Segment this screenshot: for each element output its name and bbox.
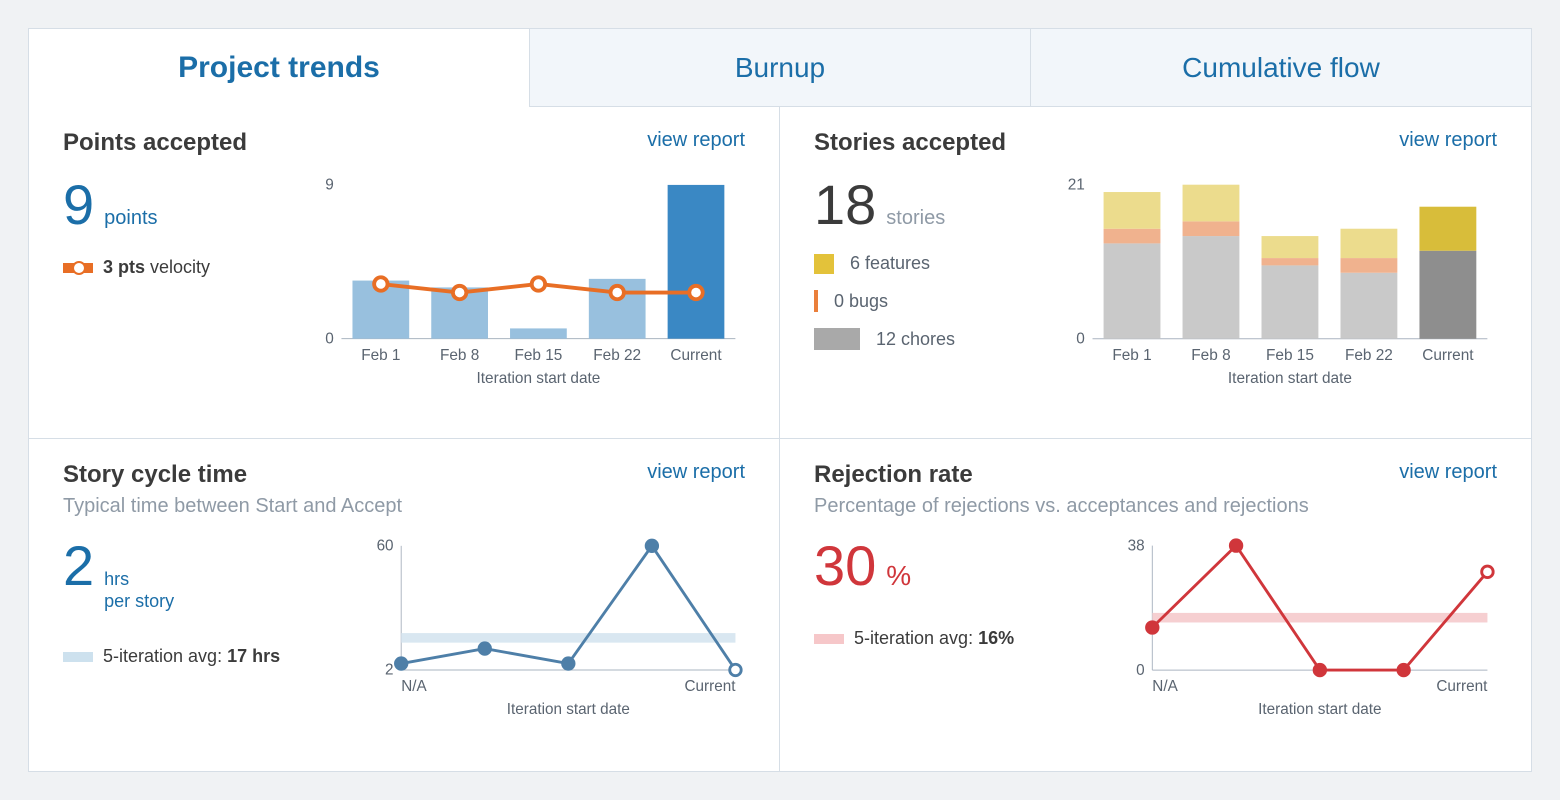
tab-cumulative-flow[interactable]: Cumulative flow [1031,29,1531,107]
svg-text:Current: Current [1422,347,1474,364]
card-title: Points accepted [63,129,247,157]
cycle-unit1: hrs [104,569,174,591]
svg-text:Current: Current [670,347,722,364]
svg-text:0: 0 [1136,662,1145,679]
stats-col: 30 % 5-iteration avg: 16% [814,532,1114,722]
bug-swatch-icon [814,290,818,312]
svg-text:Feb 8: Feb 8 [440,347,479,364]
avg-swatch-icon [63,652,93,662]
chart-stories-accepted: 0 21 Feb 1 Feb 8 Feb 15 Feb 22 Current Iteratio… [1054,171,1497,391]
svg-text:Iteration start date: Iteration start date [1228,370,1352,387]
view-report-link[interactable]: view report [1399,129,1497,152]
velocity-row: 3 pts velocity [63,257,303,278]
svg-text:Feb 22: Feb 22 [593,347,641,364]
tab-burnup[interactable]: Burnup [530,29,1031,107]
avg-value: 17 hrs [227,646,280,666]
svg-text:0: 0 [325,330,334,347]
points-value: 9 [63,177,94,233]
view-report-link[interactable]: view report [647,129,745,152]
chart-points-accepted: 0 9 Feb 1 Feb 8 Feb 15 Feb 22 Current Iteration… [303,171,745,391]
stats-col: 2 hrs per story 5-iteration avg: 17 hrs [63,532,363,722]
svg-text:Feb 1: Feb 1 [1112,347,1151,364]
dashboard-grid: Points accepted view report 9 points 3 p… [29,107,1531,771]
features-label: 6 features [850,253,930,274]
velocity-value: 3 pts [103,257,145,277]
avg-label: 5-iteration avg: [854,628,978,648]
svg-text:2: 2 [385,662,394,679]
avg-row: 5-iteration avg: 17 hrs [63,646,363,667]
svg-text:38: 38 [1128,537,1145,554]
avg-row: 5-iteration avg: 16% [814,628,1114,649]
chart-cycle-time: 2 60 N/A Current Iteration start date [363,532,745,722]
points-unit: points [104,207,157,230]
velocity-swatch-icon [63,263,93,273]
stories-value: 18 [814,177,876,233]
view-report-link[interactable]: view report [647,461,745,484]
svg-text:N/A: N/A [1152,678,1178,695]
svg-text:Current: Current [1436,678,1488,695]
svg-text:Iteration start date: Iteration start date [1258,701,1381,718]
svg-text:0: 0 [1076,331,1085,348]
svg-text:Feb 1: Feb 1 [361,347,400,364]
rejection-unit: % [886,560,911,592]
svg-text:Iteration start date: Iteration start date [507,701,630,718]
view-report-link[interactable]: view report [1399,461,1497,484]
svg-text:21: 21 [1068,177,1085,194]
cycle-unit2: per story [104,591,174,613]
card-rejection-rate: Rejection rate Percentage of rejections … [780,439,1531,771]
svg-text:Feb 15: Feb 15 [1266,347,1314,364]
stories-unit: stories [886,207,945,230]
velocity-suffix: velocity [150,257,210,277]
svg-text:60: 60 [377,538,394,555]
cycle-value: 2 [63,538,94,594]
feature-swatch-icon [814,254,834,274]
stats-col: 18 stories 6 features 0 bugs [814,171,1054,391]
bugs-label: 0 bugs [834,291,888,312]
stats-col: 9 points 3 pts velocity [63,171,303,391]
avg-label: 5-iteration avg: [103,646,227,666]
card-subtitle: Percentage of rejections vs. acceptances… [814,495,1309,518]
svg-text:Current: Current [685,678,737,695]
legend-features: 6 features [814,253,1054,274]
card-title: Rejection rate [814,461,1309,489]
tab-project-trends[interactable]: Project trends [29,29,530,107]
analytics-panel: Project trends Burnup Cumulative flow Po… [28,28,1532,772]
tabs: Project trends Burnup Cumulative flow [29,29,1531,107]
rejection-value: 30 [814,538,876,594]
svg-text:N/A: N/A [401,678,427,695]
svg-text:Feb 15: Feb 15 [514,347,562,364]
card-stories-accepted: Stories accepted view report 18 stories … [780,107,1531,439]
card-cycle-time: Story cycle time Typical time between St… [29,439,780,771]
card-subtitle: Typical time between Start and Accept [63,495,402,518]
card-title: Story cycle time [63,461,402,489]
svg-text:Iteration start date: Iteration start date [477,370,601,387]
chore-swatch-icon [814,328,860,350]
avg-swatch-icon [814,634,844,644]
legend-bugs: 0 bugs [814,290,1054,312]
svg-text:Feb 8: Feb 8 [1191,347,1230,364]
avg-value: 16% [978,628,1014,648]
card-points-accepted: Points accepted view report 9 points 3 p… [29,107,780,439]
legend-chores: 12 chores [814,328,1054,350]
chores-label: 12 chores [876,329,955,350]
card-title: Stories accepted [814,129,1006,157]
svg-text:9: 9 [325,177,334,194]
svg-text:Feb 22: Feb 22 [1345,347,1393,364]
chart-rejection: 0 38 N/A Current Iteration start date [1114,532,1497,722]
